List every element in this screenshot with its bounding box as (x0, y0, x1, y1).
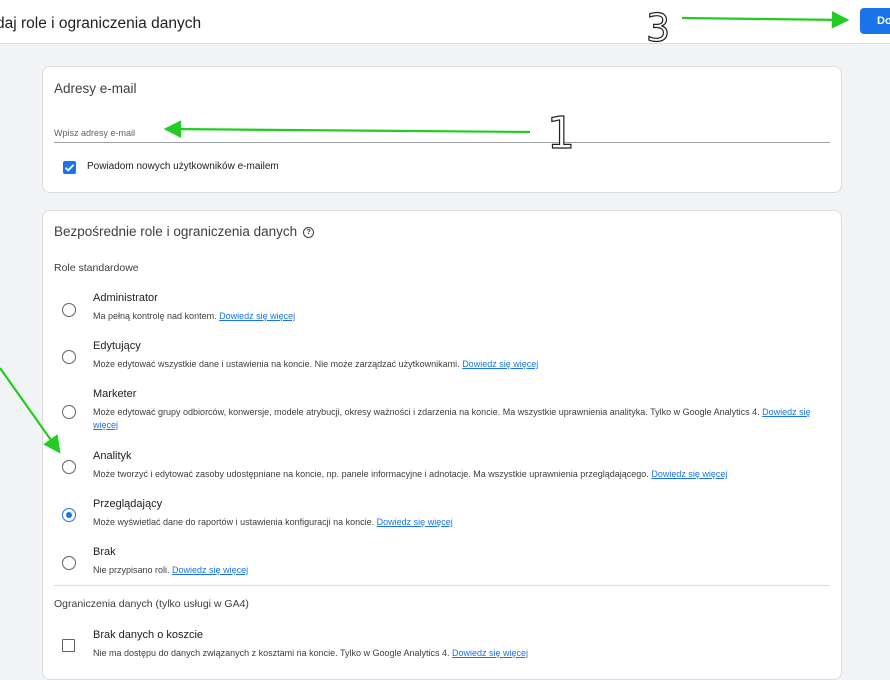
role-desc-text: Ma pełną kontrolę nad kontem. (93, 311, 217, 321)
radio-editor[interactable] (62, 350, 76, 364)
role-desc-text: Nie przypisano roli. (93, 565, 170, 575)
restriction-name: Brak danych o koszcie (93, 629, 204, 641)
standard-roles-label: Role standardowe (54, 262, 139, 274)
email-input[interactable] (54, 124, 830, 143)
radio-administrator[interactable] (62, 303, 76, 317)
role-desc: Może wyświetlać dane do raportów i ustaw… (93, 516, 833, 529)
add-button[interactable]: Dodaj (860, 8, 890, 34)
learn-more-link[interactable]: Dowiedz się więcej (651, 469, 727, 479)
role-desc: Może edytować wszystkie dane i ustawieni… (93, 358, 833, 371)
learn-more-link[interactable]: Dowiedz się więcej (219, 311, 295, 321)
email-card-title: Adresy e-mail (54, 81, 137, 96)
role-desc: Nie przypisano roli. Dowiedz się więcej (93, 564, 833, 577)
roles-card-title-text: Bezpośrednie role i ograniczenia danych (54, 224, 298, 239)
check-icon (64, 164, 75, 172)
role-name: Przeglądający (93, 498, 163, 510)
role-desc-text: Może edytować wszystkie dane i ustawieni… (93, 359, 460, 369)
top-header: daj role i ograniczenia danych Dodaj (0, 0, 890, 44)
page-title: daj role i ograniczenia danych (0, 15, 202, 32)
learn-more-link[interactable]: Dowiedz się więcej (172, 565, 248, 575)
email-card: Adresy e-mail Powiadom nowych użytkownik… (42, 66, 842, 193)
role-name: Analityk (93, 450, 132, 462)
help-icon[interactable]: ? (303, 227, 315, 238)
radio-none[interactable] (62, 556, 76, 570)
role-desc: Może edytować grupy odbiorców, konwersje… (93, 406, 833, 432)
role-name: Edytujący (93, 340, 141, 352)
learn-more-link[interactable]: Dowiedz się więcej (462, 359, 538, 369)
radio-marketer[interactable] (62, 405, 76, 419)
role-desc-text: Może wyświetlać dane do raportów i ustaw… (93, 517, 375, 527)
roles-card: Bezpośrednie role i ograniczenia danych?… (42, 210, 842, 680)
role-name: Marketer (93, 388, 137, 400)
roles-card-title: Bezpośrednie role i ograniczenia danych? (54, 224, 315, 239)
notify-checkbox[interactable] (63, 161, 76, 174)
role-desc: Może tworzyć i edytować zasoby udostępni… (93, 468, 833, 481)
data-restrictions-label: Ograniczenia danych (tylko usługi w GA4) (54, 598, 249, 610)
role-name: Administrator (93, 292, 158, 304)
radio-analyst[interactable] (62, 460, 76, 474)
restriction-desc-text: Nie ma dostępu do danych związanych z ko… (93, 648, 450, 658)
notify-label: Powiadom nowych użytkowników e-mailem (87, 161, 279, 172)
role-name: Brak (93, 546, 116, 558)
role-desc: Ma pełną kontrolę nad kontem. Dowiedz si… (93, 310, 833, 323)
role-desc-text: Może tworzyć i edytować zasoby udostępni… (93, 469, 649, 479)
learn-more-link[interactable]: Dowiedz się więcej (377, 517, 453, 527)
divider (54, 585, 830, 586)
radio-viewer[interactable] (62, 508, 76, 522)
restriction-desc: Nie ma dostępu do danych związanych z ko… (93, 647, 833, 660)
role-desc-text: Może edytować grupy odbiorców, konwersje… (93, 407, 760, 417)
checkbox-no-cost-data[interactable] (62, 639, 75, 652)
learn-more-link[interactable]: Dowiedz się więcej (452, 648, 528, 658)
